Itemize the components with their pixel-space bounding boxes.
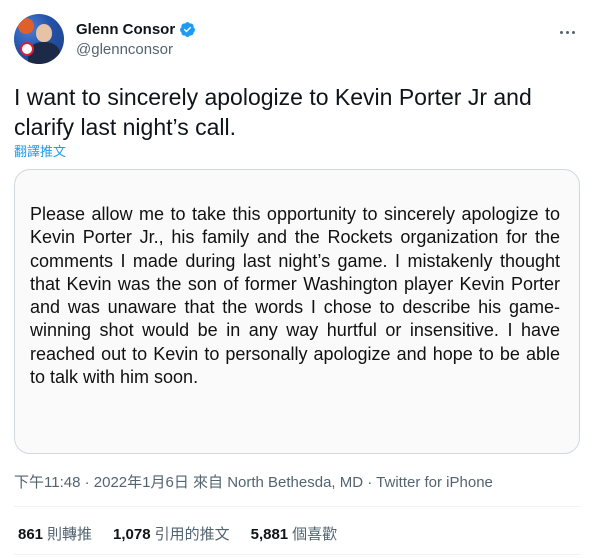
- tweet-date[interactable]: 2022年1月6日: [94, 474, 189, 491]
- avatar[interactable]: [14, 14, 64, 64]
- translate-link[interactable]: 翻譯推文: [14, 141, 66, 160]
- tweet-time[interactable]: 下午11:48: [14, 474, 80, 491]
- tweet-meta: 下午11:48 · 2022年1月6日 來自 North Bethesda, M…: [14, 471, 493, 492]
- likes-count: 5,881: [250, 526, 289, 543]
- more-dot: [565, 30, 569, 34]
- engagement-stats: 861 則轉推 1,078 引用的推文 5,881 個喜歡: [18, 523, 358, 544]
- author-block: Glenn Consor @glennconsor: [76, 21, 196, 58]
- quotes-count: 1,078: [113, 526, 151, 543]
- avatar-basketball: [18, 18, 34, 34]
- quotes-label: 引用的推文: [154, 526, 230, 543]
- retweets-stat[interactable]: 861 則轉推: [18, 523, 92, 544]
- handle[interactable]: @glennconsor: [76, 41, 196, 58]
- avatar-logo: [20, 42, 34, 56]
- more-dot: [571, 30, 575, 34]
- apology-statement: Please allow me to take this opportunity…: [30, 204, 560, 388]
- from-prefix: 來自: [188, 474, 228, 491]
- name-row: Glenn Consor: [76, 21, 196, 38]
- tweet-media-image[interactable]: Please allow me to take this opportunity…: [14, 169, 580, 454]
- divider: [14, 554, 581, 555]
- meta-dot: ·: [363, 474, 377, 491]
- more-options-icon[interactable]: [553, 18, 581, 46]
- retweets-count: 861: [18, 526, 44, 543]
- verified-badge-icon: [180, 22, 196, 37]
- likes-stat[interactable]: 5,881 個喜歡: [251, 523, 338, 544]
- tweet-source[interactable]: Twitter for iPhone: [376, 474, 493, 491]
- tweet-text: I want to sincerely apologize to Kevin P…: [14, 84, 532, 140]
- tweet-header: Glenn Consor @glennconsor: [14, 14, 581, 66]
- meta-dot: ·: [80, 474, 94, 491]
- quotes-stat[interactable]: 1,078 引用的推文: [113, 523, 230, 544]
- more-dot: [559, 30, 563, 34]
- avatar-face: [36, 24, 52, 42]
- tweet-location[interactable]: North Bethesda, MD: [227, 474, 363, 491]
- divider: [14, 506, 581, 507]
- retweets-label: 則轉推: [47, 526, 93, 543]
- display-name[interactable]: Glenn Consor: [76, 21, 175, 38]
- likes-label: 個喜歡: [292, 526, 338, 543]
